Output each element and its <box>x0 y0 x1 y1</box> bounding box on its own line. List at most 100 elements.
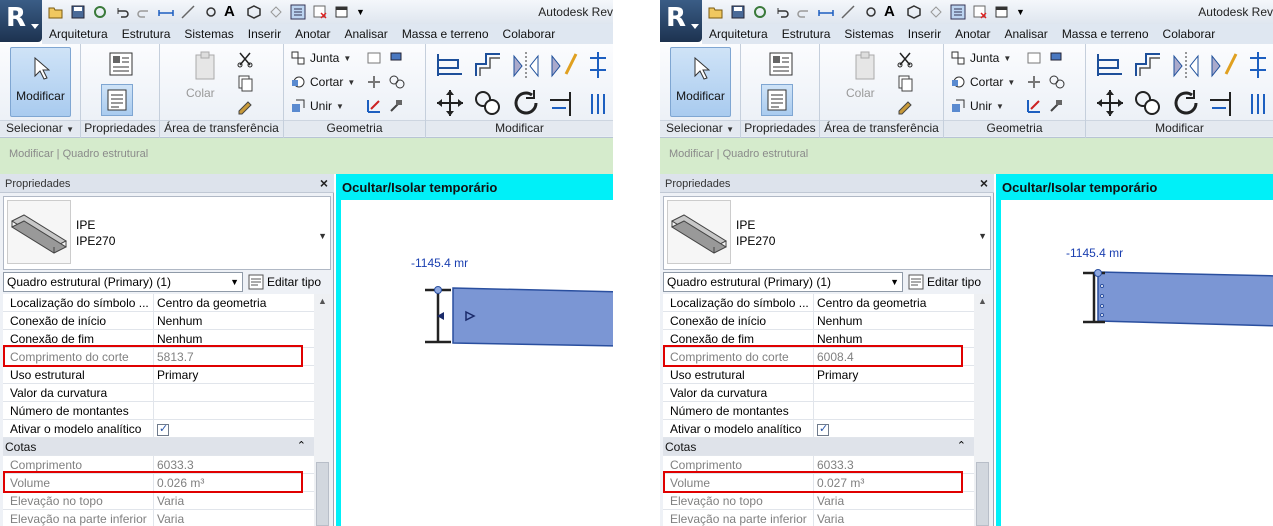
beam-plan-shape[interactable] <box>452 287 613 347</box>
unite-button[interactable]: Unir ▼ <box>950 98 1004 114</box>
align-icon[interactable] <box>434 50 466 80</box>
align-icon[interactable] <box>1094 50 1126 80</box>
wall-joins-icon[interactable] <box>1026 74 1042 90</box>
prop-value[interactable] <box>153 384 314 402</box>
analytical-model-checkbox[interactable] <box>817 422 829 436</box>
properties-scrollbar[interactable]: ▲ <box>974 294 991 526</box>
unite-button[interactable]: Unir ▼ <box>290 98 344 114</box>
application-menu-button[interactable]: R <box>0 0 42 42</box>
open-icon[interactable] <box>708 4 724 20</box>
mirror-draw-axis-icon[interactable] <box>548 50 580 80</box>
rotate-icon[interactable] <box>510 88 542 118</box>
drawing-canvas[interactable]: -1145.4 mr <box>1001 200 1273 526</box>
trim-extend-icon[interactable] <box>1208 88 1240 118</box>
type-properties-icon[interactable] <box>767 50 795 78</box>
paint-icon[interactable] <box>1048 50 1064 66</box>
tag-icon[interactable] <box>862 4 878 20</box>
move-icon[interactable] <box>1094 88 1126 118</box>
type-selector[interactable]: IPE IPE270 ▼ <box>3 196 331 270</box>
scroll-up-arrow-icon[interactable]: ▲ <box>318 296 327 306</box>
split-icon[interactable] <box>588 50 608 80</box>
join-button[interactable]: Junta ▼ <box>950 50 1011 66</box>
type-properties-icon[interactable] <box>107 50 135 78</box>
close-icon[interactable]: × <box>980 175 988 191</box>
properties-button[interactable] <box>101 84 133 116</box>
copy-icon[interactable] <box>896 74 914 92</box>
type-selector[interactable]: IPE IPE270 ▼ <box>663 196 991 270</box>
beam-join-icon[interactable] <box>366 98 382 114</box>
modify-button[interactable]: Modificar <box>670 47 731 117</box>
dimension-icon[interactable] <box>840 4 856 20</box>
cut-geometry-button[interactable]: Cortar ▼ <box>290 74 355 90</box>
thin-lines-icon[interactable] <box>950 4 966 20</box>
dimension-icon[interactable] <box>180 4 196 20</box>
move-icon[interactable] <box>434 88 466 118</box>
prop-row-camber[interactable]: Valor da curvatura <box>663 384 974 402</box>
section-icon[interactable] <box>928 4 944 20</box>
mirror-draw-axis-icon[interactable] <box>1208 50 1240 80</box>
thin-lines-icon[interactable] <box>290 4 306 20</box>
section-icon[interactable] <box>268 4 284 20</box>
paint-icon[interactable] <box>388 50 404 66</box>
cut-scissors-icon[interactable] <box>896 50 914 68</box>
select-group-label[interactable]: Selecionar ▼ <box>660 120 740 136</box>
select-group-label[interactable]: Selecionar ▼ <box>0 120 80 136</box>
analytical-model-checkbox[interactable] <box>157 422 169 436</box>
tab-analisar[interactable]: Analisar <box>337 24 394 44</box>
chevron-down-icon[interactable]: ▼ <box>318 231 327 241</box>
sync-icon[interactable] <box>752 4 768 20</box>
tab-arquitetura[interactable]: Arquitetura <box>42 24 115 44</box>
mirror-pick-axis-icon[interactable] <box>1170 50 1202 80</box>
join-button[interactable]: Junta ▼ <box>290 50 351 66</box>
prop-value[interactable] <box>153 402 314 420</box>
save-icon[interactable] <box>730 4 746 20</box>
properties-scrollbar[interactable]: ▲ <box>314 294 331 526</box>
beam-join-icon[interactable] <box>1026 98 1042 114</box>
properties-button[interactable] <box>761 84 793 116</box>
modify-button[interactable]: Modificar <box>10 47 71 117</box>
scrollbar-thumb[interactable] <box>316 462 329 526</box>
prop-value[interactable]: Nenhum <box>813 312 974 330</box>
sync-icon[interactable] <box>92 4 108 20</box>
section-header-cotas[interactable]: Cotas ⌃ <box>3 438 314 456</box>
tab-anotar[interactable]: Anotar <box>948 24 997 44</box>
text-icon[interactable]: A <box>884 4 900 20</box>
tab-estrutura[interactable]: Estrutura <box>775 24 838 44</box>
tab-sistemas[interactable]: Sistemas <box>837 24 900 44</box>
tab-arquitetura[interactable]: Arquitetura <box>702 24 775 44</box>
prop-row-analytical-model[interactable]: Ativar o modelo analítico <box>3 420 314 438</box>
prop-row-symbol-location[interactable]: Localização do símbolo ... Centro da geom… <box>663 294 974 312</box>
cut-geometry-button[interactable]: Cortar ▼ <box>950 74 1015 90</box>
tab-colaborar[interactable]: Colaborar <box>496 24 563 44</box>
chevron-down-icon[interactable]: ▼ <box>978 231 987 241</box>
prop-row-symbol-location[interactable]: Localização do símbolo ... Centro da geom… <box>3 294 314 312</box>
tab-massa-e-terreno[interactable]: Massa e terreno <box>395 24 496 44</box>
measure-icon[interactable] <box>818 4 834 20</box>
measure-icon[interactable] <box>158 4 174 20</box>
prop-value[interactable]: Primary <box>153 366 314 384</box>
prop-row-start-connection[interactable]: Conexão de início Nenhum <box>3 312 314 330</box>
3d-view-icon[interactable] <box>906 4 922 20</box>
match-type-icon[interactable] <box>236 97 254 115</box>
mirror-pick-axis-icon[interactable] <box>510 50 542 80</box>
tab-anotar[interactable]: Anotar <box>288 24 337 44</box>
paste-icon[interactable] <box>852 50 880 82</box>
hammer-icon[interactable] <box>388 98 404 114</box>
cut-scissors-icon[interactable] <box>236 50 254 68</box>
close-hidden-icon[interactable] <box>312 4 328 20</box>
beam-plan-shape[interactable] <box>1097 271 1273 327</box>
application-menu-button[interactable]: R <box>660 0 702 42</box>
prop-value[interactable]: Centro da geometria <box>813 294 974 312</box>
split-face-icon[interactable] <box>366 50 382 66</box>
undo-icon[interactable] <box>774 4 790 20</box>
prop-row-start-connection[interactable]: Conexão de início Nenhum <box>663 312 974 330</box>
qat-dropdown-icon[interactable]: ▼ <box>1016 4 1032 20</box>
prop-row-analytical-model[interactable]: Ativar o modelo analítico <box>663 420 974 438</box>
trim-extend-icon[interactable] <box>548 88 580 118</box>
undo-icon[interactable] <box>114 4 130 20</box>
offset-icon[interactable] <box>1132 50 1164 80</box>
open-icon[interactable] <box>48 4 64 20</box>
split-face-icon[interactable] <box>1026 50 1042 66</box>
hammer-icon[interactable] <box>1048 98 1064 114</box>
prop-row-camber[interactable]: Valor da curvatura <box>3 384 314 402</box>
